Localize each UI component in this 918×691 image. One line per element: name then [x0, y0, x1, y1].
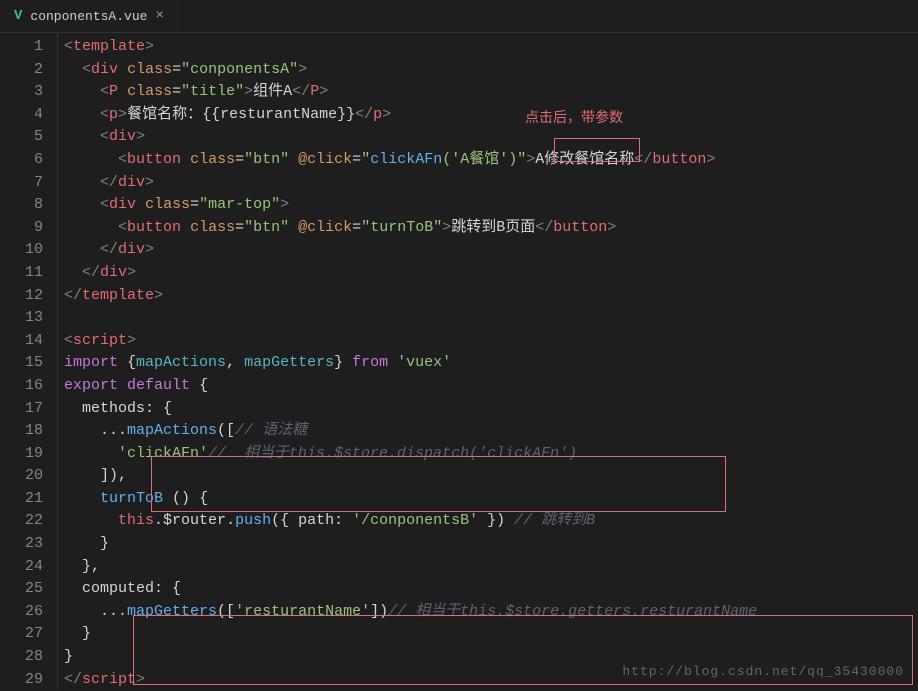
code-line: <template> — [64, 36, 918, 59]
line-number: 1 — [0, 36, 43, 59]
watermark: http://blog.csdn.net/qq_35430000 — [622, 664, 904, 679]
line-number: 18 — [0, 420, 43, 443]
code-line: <div class="mar-top"> — [64, 194, 918, 217]
code-line: <div class="conponentsA"> — [64, 59, 918, 82]
tab-filename: conponentsA.vue — [30, 9, 147, 24]
code-line: </div> — [64, 172, 918, 195]
code-line: <button class="btn" @click="clickAFn('A餐… — [64, 149, 918, 172]
line-number: 9 — [0, 217, 43, 240]
line-number: 25 — [0, 578, 43, 601]
code-line: ...mapGetters(['resturantName'])// 相当于th… — [64, 601, 918, 624]
code-line: 'clickAFn'// 相当于this.$store.dispatch('cl… — [64, 443, 918, 466]
code-line: </template> — [64, 285, 918, 308]
tab-bar: V conponentsA.vue × — [0, 0, 918, 33]
line-number: 28 — [0, 646, 43, 669]
code-line: this.$router.push({ path: '/conponentsB'… — [64, 510, 918, 533]
line-number: 21 — [0, 488, 43, 511]
editor: 1234567891011121314151617181920212223242… — [0, 33, 918, 689]
line-number: 16 — [0, 375, 43, 398]
line-number: 20 — [0, 465, 43, 488]
line-number: 13 — [0, 307, 43, 330]
line-number: 8 — [0, 194, 43, 217]
line-number: 15 — [0, 352, 43, 375]
code-line: <P class="title">组件A</P> — [64, 81, 918, 104]
code-line: }, — [64, 556, 918, 579]
close-icon[interactable]: × — [155, 8, 163, 24]
code-line: </div> — [64, 239, 918, 262]
vue-icon: V — [14, 8, 22, 24]
code-line: <p>餐馆名称：{{resturantName}}</p> — [64, 104, 918, 127]
line-number: 4 — [0, 104, 43, 127]
code-line: methods: { — [64, 398, 918, 421]
code-line: ...mapActions([// 语法糖 — [64, 420, 918, 443]
code-area[interactable]: <template> <div class="conponentsA"> <P … — [58, 33, 918, 689]
code-line — [64, 307, 918, 330]
gutter: 1234567891011121314151617181920212223242… — [0, 33, 58, 689]
line-number: 19 — [0, 443, 43, 466]
line-number: 5 — [0, 126, 43, 149]
code-line: </div> — [64, 262, 918, 285]
code-line: <script> — [64, 330, 918, 353]
line-number: 24 — [0, 556, 43, 579]
line-number: 22 — [0, 510, 43, 533]
line-number: 11 — [0, 262, 43, 285]
line-number: 2 — [0, 59, 43, 82]
line-number: 14 — [0, 330, 43, 353]
line-number: 27 — [0, 623, 43, 646]
line-number: 6 — [0, 149, 43, 172]
code-line: <div> — [64, 126, 918, 149]
line-number: 26 — [0, 601, 43, 624]
code-line: <button class="btn" @click="turnToB">跳转到… — [64, 217, 918, 240]
line-number: 12 — [0, 285, 43, 308]
line-number: 17 — [0, 398, 43, 421]
code-line: ]), — [64, 465, 918, 488]
code-line: turnToB () { — [64, 488, 918, 511]
line-number: 10 — [0, 239, 43, 262]
code-line: } — [64, 533, 918, 556]
code-line: export default { — [64, 375, 918, 398]
line-number: 3 — [0, 81, 43, 104]
code-line: import {mapActions, mapGetters} from 'vu… — [64, 352, 918, 375]
line-number: 29 — [0, 669, 43, 691]
code-line: computed: { — [64, 578, 918, 601]
line-number: 23 — [0, 533, 43, 556]
line-number: 7 — [0, 172, 43, 195]
annotation-text: 点击后，带参数 — [525, 107, 623, 127]
code-line: } — [64, 623, 918, 646]
tab-file[interactable]: V conponentsA.vue × — [0, 0, 179, 32]
